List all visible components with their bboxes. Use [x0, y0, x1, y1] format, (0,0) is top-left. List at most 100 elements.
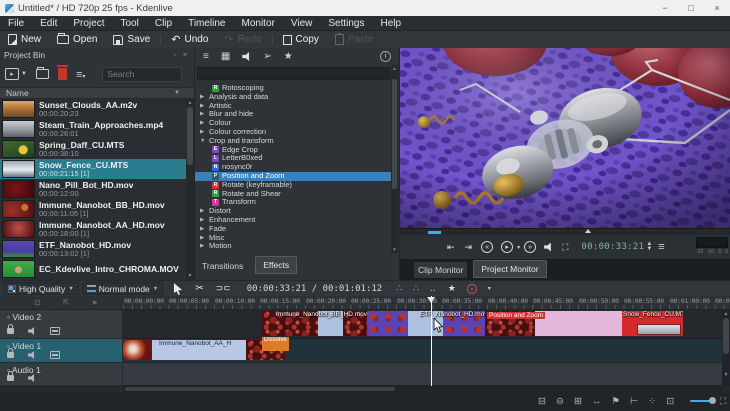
monitor-menu-icon[interactable]: ≡ — [658, 241, 664, 253]
hide-track-icon[interactable] — [50, 351, 60, 359]
list-item-selected[interactable]: Snow_Fence_CU.MTS00:00:21:15 [1] — [0, 159, 187, 179]
lock-track-icon[interactable] — [7, 352, 14, 358]
scroll-up-icon[interactable]: ▲ — [391, 66, 398, 71]
list-item[interactable]: Steam_Train_Approaches.mp400:00:26:01 — [0, 119, 187, 139]
list-item[interactable]: Spring_Daff_CU.MTS00:00:38:10 — [0, 139, 187, 159]
tab-clip-monitor[interactable]: Clip Monitor — [414, 262, 467, 278]
record-icon[interactable] — [467, 284, 477, 294]
show-description-icon[interactable]: i — [380, 51, 391, 62]
edit-mode-select[interactable]: Normal mode▼ — [82, 282, 163, 295]
menu-view[interactable]: View — [283, 16, 321, 31]
menu-file[interactable]: File — [0, 16, 32, 31]
add-clip-button[interactable]: ▸ ▼ — [5, 68, 27, 80]
seek-position-icon[interactable] — [585, 229, 591, 233]
timeline-clip[interactable]: Immune_Nanobot_AA_H — [123, 340, 285, 360]
redo-button[interactable]: ↷Redo — [216, 31, 269, 48]
mute-track-icon[interactable] — [28, 351, 36, 359]
menu-monitor[interactable]: Monitor — [234, 16, 283, 31]
floppy-icon[interactable]: ⊞ — [574, 396, 582, 407]
maximize-button[interactable]: □ — [678, 0, 704, 16]
menu-tool[interactable]: Tool — [112, 16, 146, 31]
insert-zone-icon[interactable]: ∴ — [396, 283, 402, 294]
set-zone-in-icon[interactable]: ⇤ — [447, 242, 455, 253]
list-item[interactable]: Nano_Pill_Bot_HD.mov00:00:12:00 — [0, 179, 187, 199]
close-button[interactable]: × — [704, 0, 730, 16]
list-item[interactable]: Immune_Nanobot_AA_HD.mov00:00:18:00 [1] — [0, 219, 187, 239]
lock-track-icon[interactable] — [7, 328, 14, 334]
bin-view-menu-button[interactable]: ≡▾ — [76, 65, 85, 83]
menu-project[interactable]: Project — [65, 16, 112, 31]
bin-column-header[interactable]: Name ▼ — [0, 87, 194, 99]
scroll-down-icon[interactable]: ▼ — [722, 372, 730, 378]
extract-zone-icon[interactable]: ∴ — [413, 283, 419, 294]
scrollbar-thumb[interactable] — [187, 107, 193, 165]
stadium-icon[interactable]: ⊖ — [556, 396, 564, 407]
monitor-seek-bar[interactable] — [400, 228, 730, 235]
set-zone-out-icon[interactable]: ⇥ — [465, 242, 473, 253]
bin-search-input[interactable] — [102, 67, 182, 82]
scroll-up-icon[interactable]: ▲ — [186, 100, 194, 106]
track-content-video-1[interactable]: Immune_Nanobot_AA_H — [123, 339, 722, 363]
zone-start-icon[interactable]: ⇱ — [63, 298, 70, 307]
preview-quality-select[interactable]: High Quality▼ — [3, 282, 79, 295]
tab-effects[interactable]: Effects — [255, 256, 297, 274]
menu-timeline[interactable]: Timeline — [180, 16, 233, 31]
zoom-fit-icon[interactable]: ⛶ — [720, 396, 726, 407]
monitor-zone-bar[interactable] — [428, 231, 441, 234]
paste-button[interactable]: Paste — [327, 31, 382, 48]
lock-track-icon[interactable] — [7, 375, 14, 381]
marker-icon[interactable]: ⊢ — [630, 396, 638, 407]
track-content-video-2[interactable]: Immune_Nanobot_BB_HD.mov ETF_Nanobot_HD.… — [123, 310, 722, 339]
list-item[interactable]: Immune_Nanobot_BB_HD.mov00:00:11:05 [1] — [0, 199, 187, 219]
timecode-spinner[interactable]: ▲▼ — [646, 242, 652, 252]
tab-transitions[interactable]: Transitions — [198, 258, 247, 274]
transition-badge[interactable]: Dissolve — [262, 337, 289, 351]
menu-help[interactable]: Help — [373, 16, 410, 31]
hide-track-icon[interactable] — [50, 327, 60, 335]
copy-button[interactable]: Copy — [275, 31, 327, 48]
effects-search-input[interactable] — [197, 67, 390, 80]
mute-track-icon[interactable] — [28, 374, 36, 382]
monitor-video-frame[interactable] — [400, 48, 730, 228]
scroll-down-icon[interactable]: ▼ — [391, 247, 398, 252]
playhead-line[interactable] — [431, 296, 432, 386]
audio-effects-icon[interactable] — [242, 52, 251, 61]
timeline-vertical-scrollbar[interactable]: ▲ ▼ — [722, 310, 730, 386]
more-actions-icon[interactable]: ‥ — [430, 283, 437, 294]
favorite-effects-star-icon[interactable]: ★ — [448, 283, 456, 294]
fit-zoom-icon[interactable]: ⊡ — [34, 298, 41, 307]
dots-grid-icon[interactable]: ⁘ — [648, 396, 656, 407]
timeline-clip[interactable]: Immune_Nanobot_BB_HD.mov — [262, 311, 367, 336]
scrollbar-thumb[interactable] — [392, 79, 397, 189]
custom-effects-icon[interactable]: ➢ — [263, 51, 271, 63]
zoom-monitor-icon[interactable]: ⛶ — [562, 242, 568, 253]
minimize-button[interactable]: − — [652, 0, 678, 16]
boxed-dot-icon[interactable]: ⊡ — [666, 396, 674, 407]
list-item[interactable]: EC_Kdevlive_Intro_CHROMA.MOV — [0, 259, 187, 279]
play-options-chevron-icon[interactable]: ▾ — [517, 244, 520, 251]
track-content-audio-1[interactable] — [123, 363, 722, 386]
fast-forward-icon[interactable]: » — [524, 241, 536, 253]
main-effects-icon[interactable]: ≡ — [203, 51, 209, 63]
zoom-slider-handle[interactable] — [709, 397, 716, 404]
volume-icon[interactable] — [544, 243, 553, 252]
list-item[interactable]: Sunset_Clouds_AA.m2v00:00:20:23 — [0, 99, 187, 119]
screen-icon[interactable]: ⊟ — [538, 396, 546, 407]
flag-icon[interactable]: ⚑ — [611, 396, 620, 407]
delete-clip-button[interactable] — [58, 68, 67, 80]
track-header-audio-1[interactable]: Audio 1 — [0, 363, 123, 386]
scrollbar-thumb[interactable] — [125, 387, 395, 391]
timeline-clip[interactable]: ETF_Nanobot_HD.mov — [367, 311, 485, 336]
save-button[interactable]: Save — [105, 31, 158, 48]
arrows-horizontal-icon[interactable]: ↔ — [592, 396, 602, 407]
rewind-icon[interactable]: « — [481, 241, 493, 253]
scroll-down-icon[interactable]: ▼ — [186, 273, 194, 279]
zone-end-icon[interactable]: ➤ — [91, 298, 98, 307]
playhead-marker-icon[interactable] — [427, 297, 435, 303]
menu-edit[interactable]: Edit — [32, 16, 65, 31]
create-folder-button[interactable] — [36, 69, 49, 79]
menu-settings[interactable]: Settings — [320, 16, 372, 31]
razor-tool-icon[interactable]: ✂ — [195, 283, 203, 294]
track-header-video-1[interactable]: Video 1 — [0, 339, 123, 363]
play-icon[interactable]: ▸ — [501, 241, 513, 253]
